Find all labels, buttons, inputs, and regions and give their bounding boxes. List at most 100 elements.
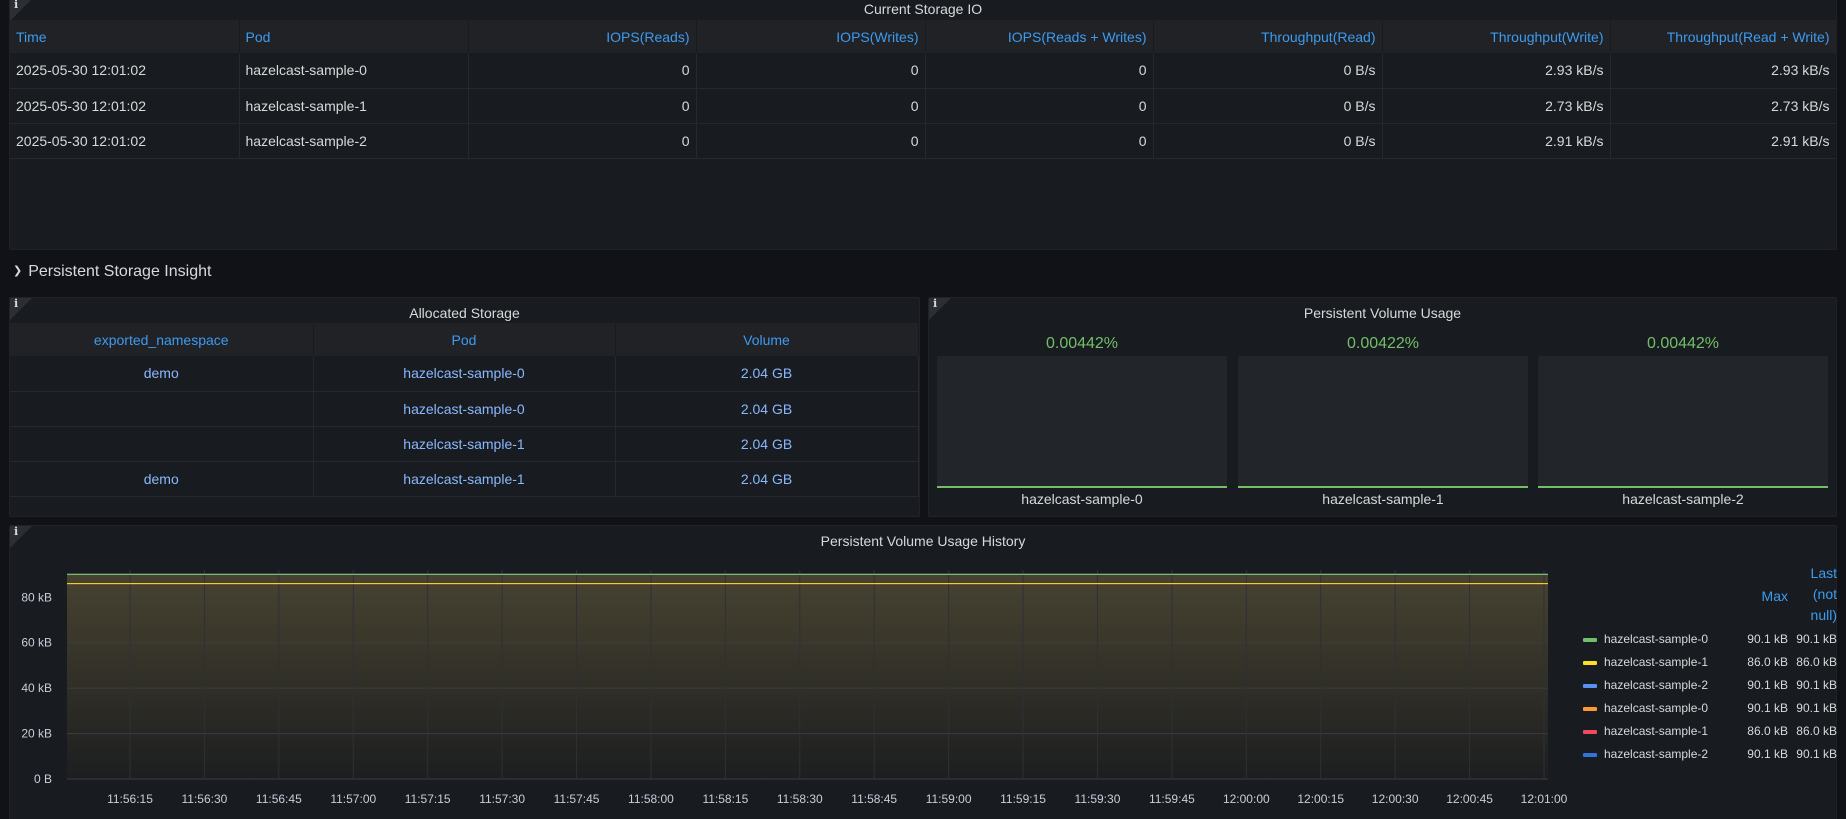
table-cell: 2.04 GB — [615, 356, 919, 392]
allocated-storage-panel: i Allocated Storage exported_namespace Po… — [9, 297, 920, 517]
gauge-value: 0.00422% — [1346, 335, 1420, 352]
column-header[interactable]: IOPS(Writes) — [696, 20, 926, 53]
table-cell: 0 — [925, 88, 1154, 124]
gauge-value: 0.00442% — [1045, 335, 1119, 352]
panel-title[interactable]: Persistent Volume Usage History — [10, 533, 1836, 551]
panel-title[interactable]: Allocated Storage — [10, 305, 919, 323]
table-cell: 2025-05-30 12:01:02 — [10, 53, 240, 89]
table-row: 2025-05-30 12:01:02 hazelcast-sample-1 0 0 0… — [10, 88, 1836, 124]
table-cell: 2.93 kB/s — [1610, 53, 1836, 89]
table-cell: 2025-05-30 12:01:02 — [10, 88, 240, 124]
table-cell: 0 B/s — [1153, 123, 1383, 159]
column-header[interactable]: Time — [10, 20, 240, 53]
table-cell: 0 — [925, 53, 1154, 89]
column-header[interactable]: Throughput(Write) — [1382, 20, 1611, 53]
panel-title[interactable]: Persistent Volume Usage — [929, 305, 1836, 323]
table-cell: 0 — [696, 88, 926, 124]
series-color-swatch — [1583, 753, 1597, 757]
table-row: 2025-05-30 12:01:02 hazelcast-sample-0 0 0 0… — [10, 53, 1836, 89]
row-title-label: Persistent Storage Insight — [28, 263, 212, 280]
legend-item[interactable]: hazelcast-sample-1 86.0 kB 86.0 kB — [1577, 720, 1837, 743]
table-cell: 0 — [468, 88, 697, 124]
table-cell[interactable]: demo — [10, 461, 314, 497]
table-cell: 2025-05-30 12:01:02 — [10, 123, 240, 159]
legend-last-value: 86.0 kB — [1796, 655, 1837, 669]
table-cell: 2.73 kB/s — [1610, 88, 1836, 124]
legend-max-value: 86.0 kB — [1747, 655, 1788, 669]
table-row: 2025-05-30 12:01:02 hazelcast-sample-2 0 0 0… — [10, 123, 1836, 159]
column-header[interactable]: IOPS(Reads) — [468, 20, 697, 53]
gauge-fill — [1238, 486, 1528, 488]
gauge-label: hazelcast-sample-0 — [1021, 491, 1143, 507]
table-row: demo hazelcast-sample-1 2.04 GB — [10, 461, 919, 497]
panel-title[interactable]: Current Storage IO — [10, 1, 1836, 19]
legend-item[interactable]: hazelcast-sample-0 90.1 kB 90.1 kB — [1577, 628, 1837, 651]
gauge-value: 0.00442% — [1646, 335, 1720, 352]
table-cell: 0 — [468, 123, 697, 159]
legend-header-last-line3: null) — [1810, 607, 1837, 623]
gauge-bar — [1238, 356, 1528, 488]
persistent-volume-usage-panel: i Persistent Volume Usage 0.00442% hazelc… — [928, 297, 1837, 517]
column-header[interactable]: Throughput(Read + Write) — [1610, 20, 1836, 53]
legend-max-value: 90.1 kB — [1747, 747, 1788, 761]
legend-header-max[interactable]: Max — [1743, 586, 1788, 607]
legend-last-value: 86.0 kB — [1796, 724, 1837, 738]
legend-item[interactable]: hazelcast-sample-0 90.1 kB 90.1 kB — [1577, 697, 1837, 720]
legend-last-value: 90.1 kB — [1796, 747, 1837, 761]
gauge-fill — [937, 486, 1227, 488]
table-cell: hazelcast-sample-1 — [313, 461, 616, 497]
legend-max-value: 90.1 kB — [1747, 701, 1788, 715]
legend-max-value: 90.1 kB — [1747, 678, 1788, 692]
chevron-down-icon: ❯ — [13, 265, 23, 277]
table-cell: 0 B/s — [1153, 53, 1383, 89]
table-row: hazelcast-sample-0 2.04 GB — [10, 391, 919, 427]
legend-series-name: hazelcast-sample-1 — [1604, 724, 1709, 738]
gauge-bar — [1538, 356, 1828, 488]
table-cell: 2.91 kB/s — [1610, 123, 1836, 159]
table-cell: hazelcast-sample-0 — [313, 391, 616, 427]
table-cell: hazelcast-sample-1 — [239, 88, 469, 124]
series-color-swatch — [1583, 730, 1597, 734]
legend-series-name: hazelcast-sample-1 — [1604, 655, 1709, 669]
table-cell — [10, 426, 314, 462]
gauge-label: hazelcast-sample-2 — [1622, 491, 1744, 507]
column-header[interactable]: Pod — [239, 20, 469, 53]
legend-header-last[interactable]: Last (not null) — [1795, 563, 1837, 626]
table-cell: 0 — [696, 53, 926, 89]
legend-last-value: 90.1 kB — [1796, 701, 1837, 715]
gauge-bar — [937, 356, 1227, 488]
allocated-storage-table: exported_namespace Pod Volume demo hazelcas… — [10, 323, 919, 497]
persistent-volume-usage-history-panel: i Persistent Volume Usage History — [9, 525, 1837, 819]
legend-series-name: hazelcast-sample-2 — [1604, 678, 1709, 692]
table-cell[interactable]: demo — [10, 356, 314, 392]
table-cell: hazelcast-sample-1 — [313, 426, 616, 462]
column-header[interactable]: Throughput(Read) — [1153, 20, 1383, 53]
table-cell: 2.93 kB/s — [1382, 53, 1611, 89]
legend-last-value: 90.1 kB — [1796, 632, 1837, 646]
series-color-swatch — [1583, 638, 1597, 642]
io-table: Time Pod IOPS(Reads) IOPS(Writes) IOPS(Reads… — [10, 20, 1836, 159]
table-cell: 0 B/s — [1153, 88, 1383, 124]
legend-item[interactable]: hazelcast-sample-2 90.1 kB 90.1 kB — [1577, 674, 1837, 697]
column-header[interactable]: IOPS(Reads + Writes) — [925, 20, 1154, 53]
series-color-swatch — [1583, 684, 1597, 688]
legend-item[interactable]: hazelcast-sample-2 90.1 kB 90.1 kB — [1577, 743, 1837, 766]
legend-item[interactable]: hazelcast-sample-1 86.0 kB 86.0 kB — [1577, 651, 1837, 674]
column-header[interactable]: Volume — [615, 323, 919, 356]
legend-series-name: hazelcast-sample-0 — [1604, 701, 1709, 715]
current-storage-io-panel: i Current Storage IO Time Pod IOPS(Reads) I… — [9, 0, 1837, 250]
table-cell: 2.73 kB/s — [1382, 88, 1611, 124]
table-cell — [10, 391, 314, 427]
table-cell: 2.04 GB — [615, 391, 919, 427]
legend-header-last-line2: (not — [1812, 586, 1837, 602]
column-header[interactable]: Pod — [313, 323, 616, 356]
legend-series-name: hazelcast-sample-0 — [1604, 632, 1709, 646]
row-toggle-persistent-storage-insight[interactable]: ❯ Persistent Storage Insight — [13, 263, 211, 281]
gauge-fill — [1538, 486, 1828, 488]
table-cell: 2.04 GB — [615, 461, 919, 497]
legend-max-value: 86.0 kB — [1747, 724, 1788, 738]
series-color-swatch — [1583, 661, 1597, 665]
table-cell: hazelcast-sample-0 — [239, 53, 469, 89]
table-cell: 0 — [925, 123, 1154, 159]
column-header[interactable]: exported_namespace — [10, 323, 314, 356]
